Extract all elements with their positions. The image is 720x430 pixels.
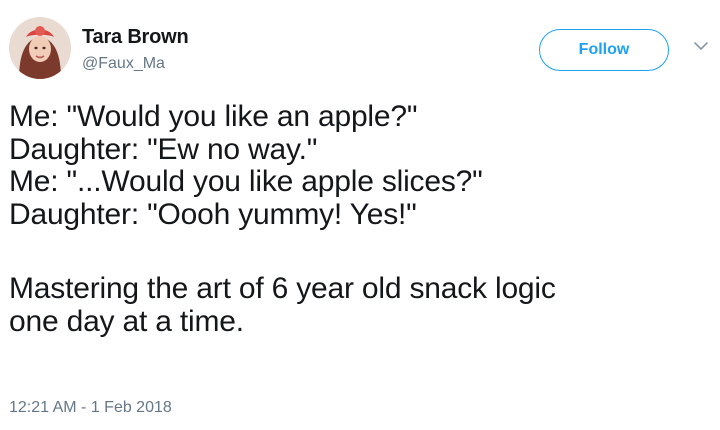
tweet-line: one day at a time. bbox=[9, 304, 244, 338]
author-name[interactable]: Tara Brown bbox=[82, 26, 189, 49]
tweet-line: Me: "Would you like an apple?" bbox=[9, 100, 418, 133]
tweet-line: Daughter: "Oooh yummy! Yes!" bbox=[9, 197, 417, 231]
tweet-line: Daughter: "Ew no way." bbox=[9, 132, 318, 166]
chevron-down-icon[interactable] bbox=[692, 39, 710, 53]
tweet-timestamp[interactable]: 12:21 AM - 1 Feb 2018 bbox=[9, 399, 172, 417]
tweet-card: Tara Brown @Faux_Ma Follow Me: "Would yo… bbox=[0, 0, 720, 430]
avatar-photo-icon bbox=[9, 17, 71, 79]
tweet-line: Mastering the art of 6 year old snack lo… bbox=[9, 272, 556, 305]
follow-button[interactable]: Follow bbox=[539, 29, 669, 71]
author-handle[interactable]: @Faux_Ma bbox=[82, 55, 165, 73]
tweet-line: Me: "...Would you like apple slices?" bbox=[9, 165, 483, 198]
tweet-text: Me: "Would you like an apple?" Daughter:… bbox=[9, 100, 709, 338]
avatar[interactable] bbox=[9, 17, 71, 79]
